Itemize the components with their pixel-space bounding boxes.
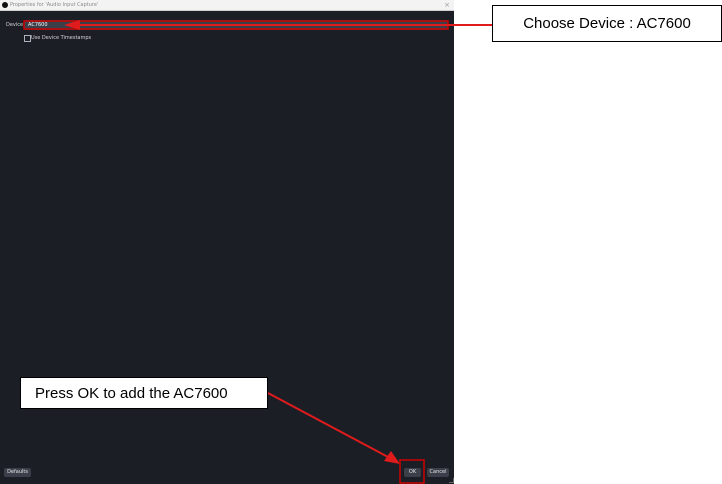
- ok-arrow-head: [384, 451, 400, 464]
- annotation-overlay: [23, 20, 492, 484]
- ok-highlight-box: [399, 459, 425, 484]
- ok-arrow-line: [267, 392, 389, 458]
- press-ok-callout: Press OK to add the AC7600: [20, 377, 268, 409]
- choose-device-callout: Choose Device : AC7600: [492, 5, 722, 42]
